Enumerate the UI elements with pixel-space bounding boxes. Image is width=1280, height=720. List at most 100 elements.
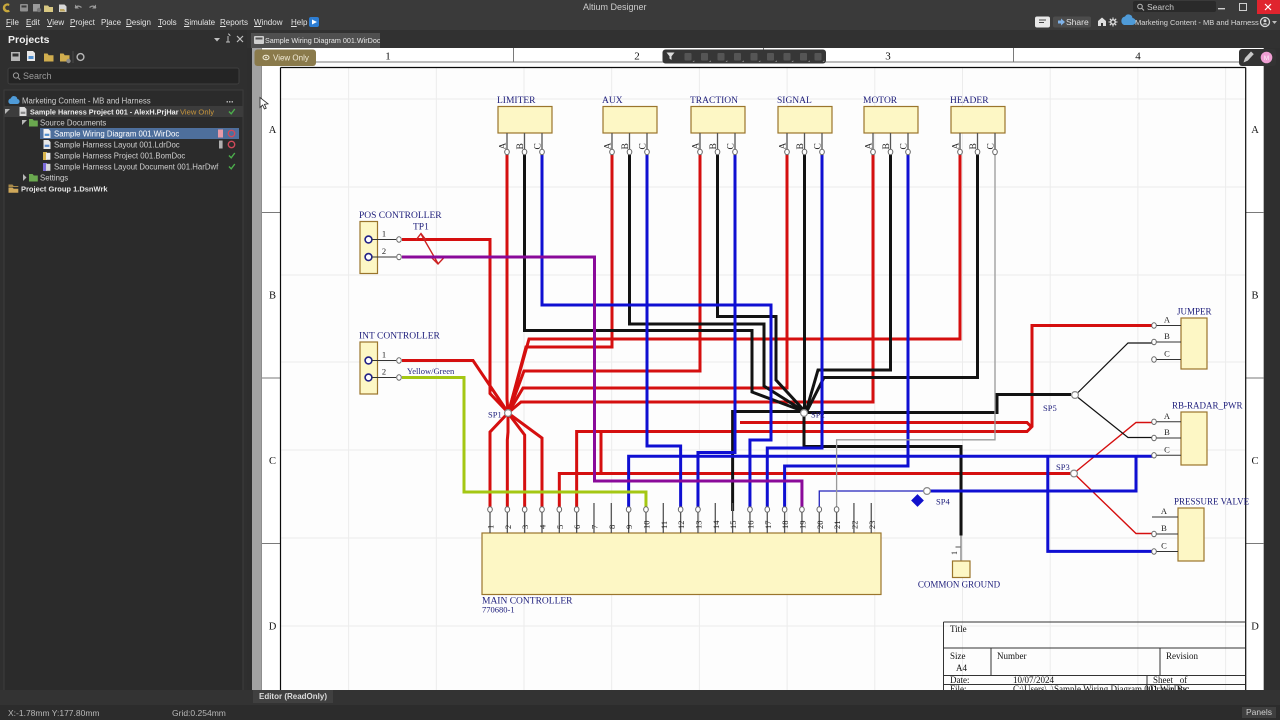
svg-text:B: B xyxy=(1164,427,1170,437)
svg-text:D: D xyxy=(269,622,277,633)
svg-text:2: 2 xyxy=(382,246,386,256)
svg-text:A: A xyxy=(1164,315,1171,325)
svg-text:10: 10 xyxy=(641,521,651,530)
svg-text:13: 13 xyxy=(693,521,703,530)
svg-text:C: C xyxy=(269,456,276,467)
svg-text:9: 9 xyxy=(624,525,634,529)
svg-text:21: 21 xyxy=(832,521,842,530)
svg-text:A: A xyxy=(692,143,702,150)
svg-text:Search: Search xyxy=(1147,2,1174,12)
svg-text:1: 1 xyxy=(385,51,391,63)
svg-text:C: C xyxy=(1251,456,1258,467)
svg-text:A: A xyxy=(1164,411,1171,421)
svg-text:B: B xyxy=(1161,523,1167,533)
svg-text:M: M xyxy=(1264,55,1269,62)
svg-text:B: B xyxy=(269,291,276,302)
svg-text:1: 1 xyxy=(486,525,496,529)
svg-text:SP4: SP4 xyxy=(936,497,950,507)
svg-text:B: B xyxy=(621,143,631,149)
svg-text:7: 7 xyxy=(589,525,599,529)
svg-text:2: 2 xyxy=(382,367,386,377)
svg-text:MOTOR: MOTOR xyxy=(863,96,898,106)
svg-text:Sample Harness Project 001.Bom: Sample Harness Project 001.BomDoc xyxy=(54,151,185,160)
svg-text:4: 4 xyxy=(537,524,547,529)
svg-text:22: 22 xyxy=(849,521,859,530)
svg-text:19: 19 xyxy=(797,521,807,530)
svg-text:D: D xyxy=(1251,622,1259,633)
svg-text:View Only: View Only xyxy=(180,107,214,116)
svg-text:C: C xyxy=(1164,349,1170,359)
svg-text:Marketing Content - MB and Har: Marketing Content - MB and Harness xyxy=(22,96,151,105)
svg-text:5: 5 xyxy=(555,525,565,529)
svg-text:B: B xyxy=(969,143,979,149)
svg-text:LIMITER: LIMITER xyxy=(497,96,536,106)
svg-text:Projects: Projects xyxy=(8,34,50,46)
svg-text:11: 11 xyxy=(659,521,669,529)
svg-text:3: 3 xyxy=(885,51,891,63)
svg-text:PRESSURE VALVE: PRESSURE VALVE xyxy=(1174,497,1250,507)
svg-text:Project Group 1.DsnWrk: Project Group 1.DsnWrk xyxy=(21,184,108,193)
svg-text:A: A xyxy=(1251,125,1259,136)
svg-text:A: A xyxy=(865,143,875,150)
svg-text:A: A xyxy=(1161,506,1168,516)
svg-text:14: 14 xyxy=(711,520,721,529)
svg-text:SP1: SP1 xyxy=(488,410,502,420)
svg-text:C: C xyxy=(1161,541,1167,551)
svg-text:C: C xyxy=(534,143,544,149)
svg-text:INT CONTROLLER: INT CONTROLLER xyxy=(359,332,440,342)
svg-text:Sample Harness Layout 001.LdrD: Sample Harness Layout 001.LdrDoc xyxy=(54,140,180,149)
svg-text:B: B xyxy=(796,143,806,149)
svg-text:POS CONTROLLER: POS CONTROLLER xyxy=(359,211,442,221)
svg-text:Sample Wiring Diagram 001.WirD: Sample Wiring Diagram 001.WirDoc xyxy=(54,129,179,138)
svg-text:COMMON GROUND: COMMON GROUND xyxy=(918,580,1001,590)
svg-text:C: C xyxy=(639,143,649,149)
svg-text:SP5: SP5 xyxy=(1043,403,1057,413)
svg-text:Marketing Content - MB and Har: Marketing Content - MB and Harness xyxy=(1135,18,1259,27)
svg-text:C: C xyxy=(987,143,997,149)
svg-text:C: C xyxy=(900,143,910,149)
svg-text:B: B xyxy=(1164,331,1170,341)
svg-text:17: 17 xyxy=(763,521,773,530)
svg-text:3: 3 xyxy=(520,525,530,529)
svg-text:15: 15 xyxy=(728,521,738,530)
svg-text:Search: Search xyxy=(23,71,52,81)
svg-text:Settings: Settings xyxy=(40,173,68,182)
svg-text:C: C xyxy=(814,143,824,149)
svg-text:6: 6 xyxy=(572,525,582,529)
svg-text:Altium Designer: Altium Designer xyxy=(583,2,647,12)
svg-text:SP3: SP3 xyxy=(1056,462,1070,472)
svg-text:Size: Size xyxy=(950,651,966,661)
svg-text:A: A xyxy=(604,143,614,150)
svg-text:23: 23 xyxy=(867,521,877,530)
svg-text:A: A xyxy=(779,143,789,150)
svg-text:TRACTION: TRACTION xyxy=(690,96,738,106)
svg-text:SP2: SP2 xyxy=(811,410,825,420)
svg-text:B: B xyxy=(709,143,719,149)
svg-text:RB-RADAR_PWR: RB-RADAR_PWR xyxy=(1172,401,1243,411)
svg-text:20: 20 xyxy=(815,521,825,530)
svg-text:B: B xyxy=(882,143,892,149)
svg-text:TP1: TP1 xyxy=(413,223,429,233)
svg-text:16: 16 xyxy=(745,521,755,530)
svg-text:2: 2 xyxy=(503,525,513,529)
svg-text:View Only: View Only xyxy=(273,54,309,63)
svg-text:B: B xyxy=(1251,291,1258,302)
svg-text:1: 1 xyxy=(950,551,959,555)
svg-text:HEADER: HEADER xyxy=(950,96,989,106)
svg-text:...: ... xyxy=(226,95,234,105)
svg-text:Yellow/Green: Yellow/Green xyxy=(407,366,455,376)
svg-text:Sample Harness Layout Document: Sample Harness Layout Document 001.HarDw… xyxy=(54,162,219,171)
svg-text:12: 12 xyxy=(676,521,686,530)
svg-text:2: 2 xyxy=(634,51,640,63)
svg-text:SIGNAL: SIGNAL xyxy=(777,96,812,106)
svg-text:A4: A4 xyxy=(956,663,967,673)
svg-text:Revision: Revision xyxy=(1166,651,1199,661)
svg-text:1: 1 xyxy=(382,229,386,239)
svg-text:18: 18 xyxy=(780,521,790,530)
svg-text:4: 4 xyxy=(1135,51,1141,63)
svg-text:A: A xyxy=(269,125,277,136)
svg-text:Source Documents: Source Documents xyxy=(40,118,106,127)
svg-text:A: A xyxy=(499,143,509,150)
svg-text:770680-1: 770680-1 xyxy=(482,605,515,615)
svg-text:C: C xyxy=(727,143,737,149)
